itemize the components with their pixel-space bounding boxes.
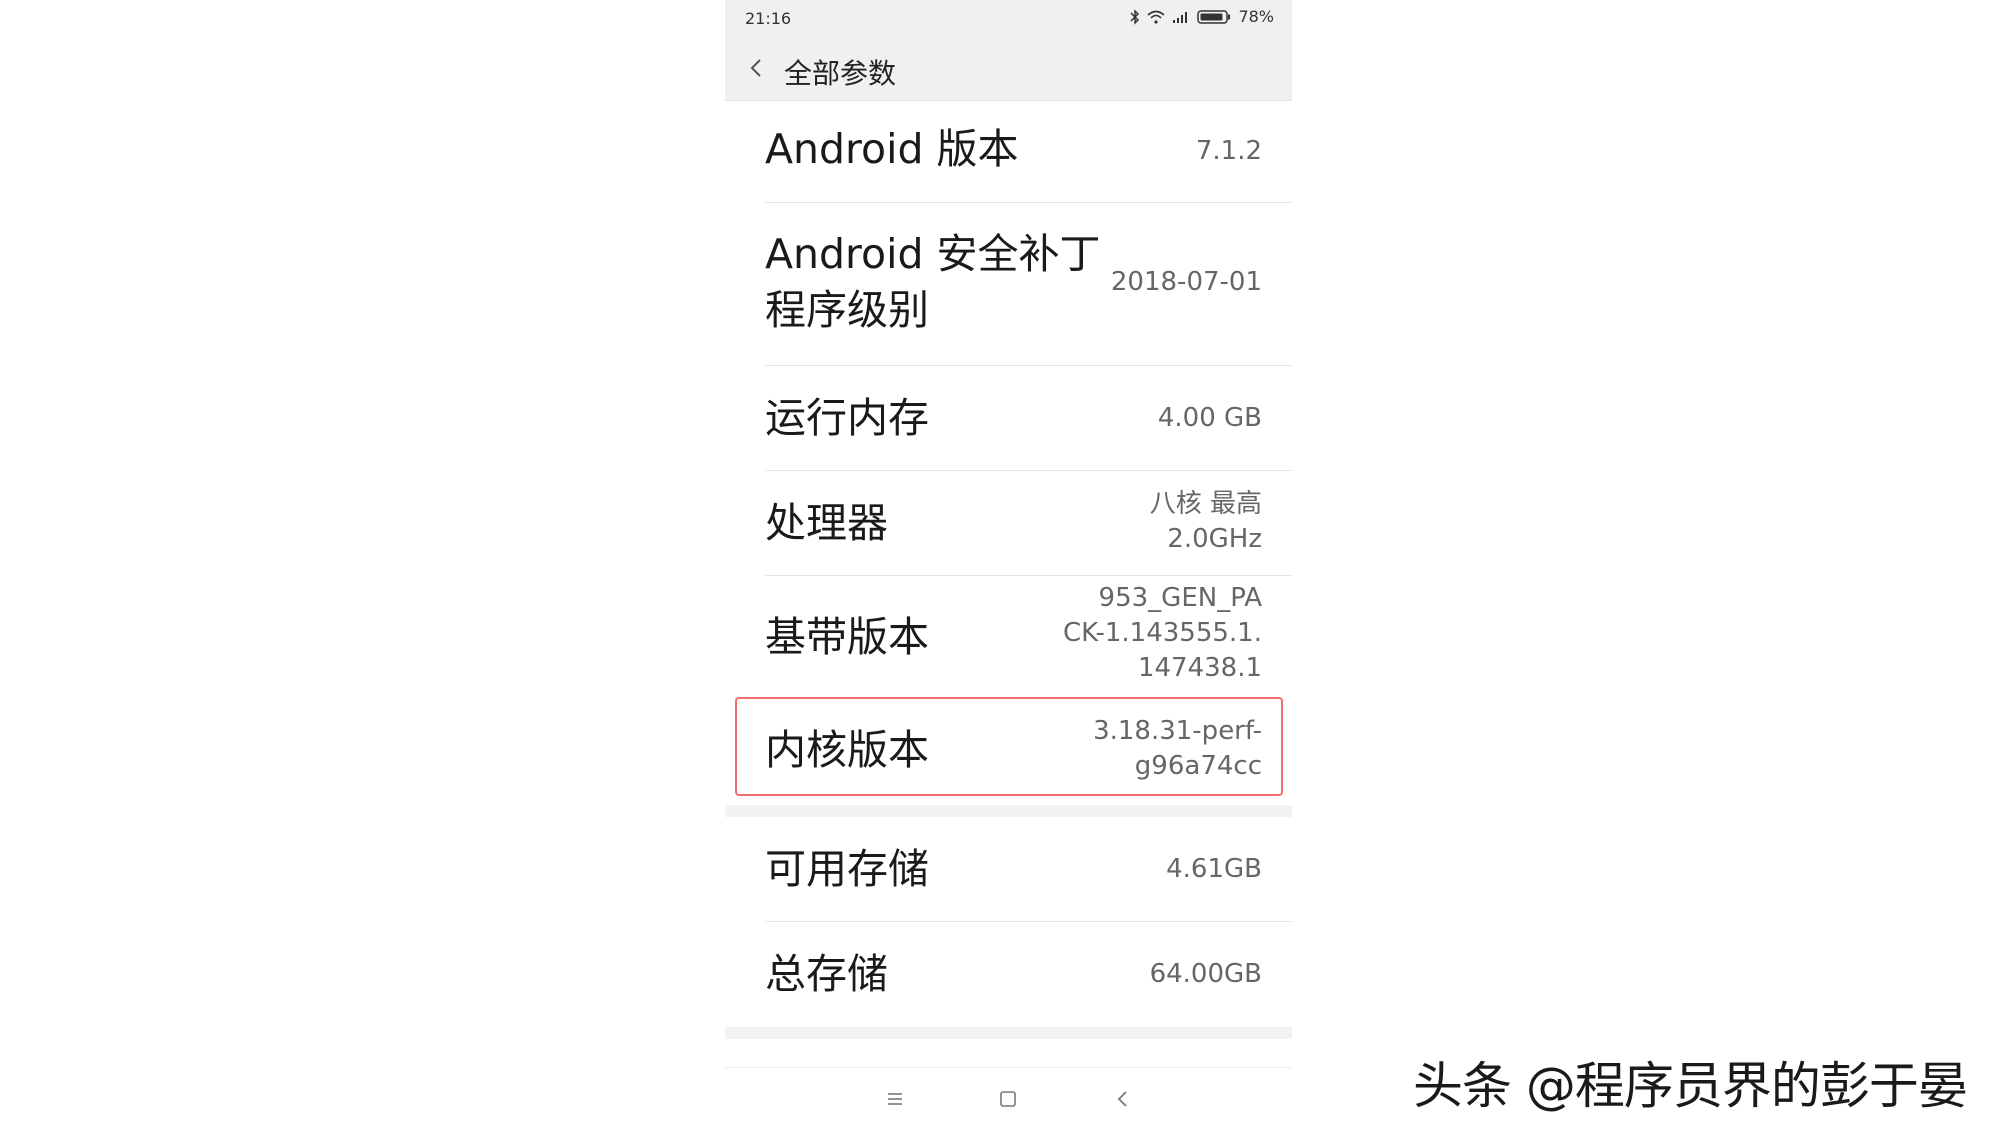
- screenshot-canvas: 21:16 78% 全部参数 Android 版本 7.1.2 Android …: [0, 0, 2002, 1127]
- back-icon: [1117, 1091, 1127, 1107]
- home-icon: [1000, 1091, 1016, 1107]
- menu-icon: [888, 1093, 902, 1105]
- list-item[interactable]: 处理器 八核 最高 2.0GHz: [725, 471, 1292, 575]
- page-title: 全部参数: [784, 57, 897, 90]
- list-item-label: 内核版本: [765, 726, 929, 774]
- list-item-label: 运行内存: [765, 394, 929, 442]
- signal-icon: [1172, 10, 1190, 24]
- navigation-bar: [725, 1067, 1292, 1127]
- list-item-value: 2018-07-01: [1110, 267, 1262, 297]
- list-item-value: 4.00 GB: [1157, 403, 1262, 433]
- list-item[interactable]: 总存储 64.00GB: [725, 922, 1292, 1026]
- list-item[interactable]: 基带版本 953_GEN_PA CK-1.143555.1. 147438.1: [725, 576, 1292, 696]
- list-item[interactable]: Android 版本 7.1.2: [725, 101, 1292, 202]
- list-item-label: 处理器: [765, 499, 888, 547]
- list-item-value: 7.1.2: [1195, 136, 1262, 166]
- list-item-label: Android 安全补丁 程序级别: [765, 230, 1101, 334]
- phone-screen: 21:16 78% 全部参数 Android 版本 7.1.2 Android …: [725, 0, 1292, 1127]
- nav-back-button[interactable]: [1110, 1086, 1136, 1112]
- section-gap: [725, 1027, 1292, 1039]
- home-button[interactable]: [995, 1086, 1021, 1112]
- list-item-label: 总存储: [765, 950, 888, 998]
- wifi-icon: [1147, 10, 1165, 24]
- list-item[interactable]: 可用存储 4.61GB: [725, 817, 1292, 921]
- back-button[interactable]: [743, 54, 771, 82]
- app-bar: 全部参数: [725, 37, 1292, 101]
- status-time: 21:16: [745, 9, 792, 28]
- status-icons: 78%: [1130, 7, 1274, 26]
- battery-icon: [1197, 9, 1231, 24]
- watermark: 头条 @程序员界的彭于晏: [1413, 1057, 1968, 1115]
- list-item-label: 可用存储: [765, 845, 929, 893]
- list-item-value: 953_GEN_PA CK-1.143555.1. 147438.1: [1063, 583, 1262, 683]
- list-item-value: 64.00GB: [1149, 959, 1262, 989]
- list-item-label: Android 版本: [765, 125, 1019, 173]
- battery-percent: 78%: [1238, 7, 1274, 26]
- list-item[interactable]: 运行内存 4.00 GB: [725, 366, 1292, 470]
- list-item-value: 4.61GB: [1166, 854, 1262, 884]
- status-bar: 21:16 78%: [725, 0, 1292, 37]
- list-item[interactable]: Android 安全补丁 程序级别 2018-07-01: [725, 203, 1292, 365]
- list-item-value: 八核 最高 2.0GHz: [1149, 489, 1262, 554]
- bluetooth-icon: [1130, 8, 1140, 25]
- list-item[interactable]: 内核版本 3.18.31-perf- g96a74cc: [725, 697, 1292, 797]
- chevron-left-icon: [750, 59, 761, 77]
- list-item-value: 3.18.31-perf- g96a74cc: [1093, 716, 1262, 781]
- menu-button[interactable]: [882, 1086, 908, 1112]
- section-gap: [725, 805, 1292, 817]
- list-item-label: 基带版本: [765, 613, 929, 661]
